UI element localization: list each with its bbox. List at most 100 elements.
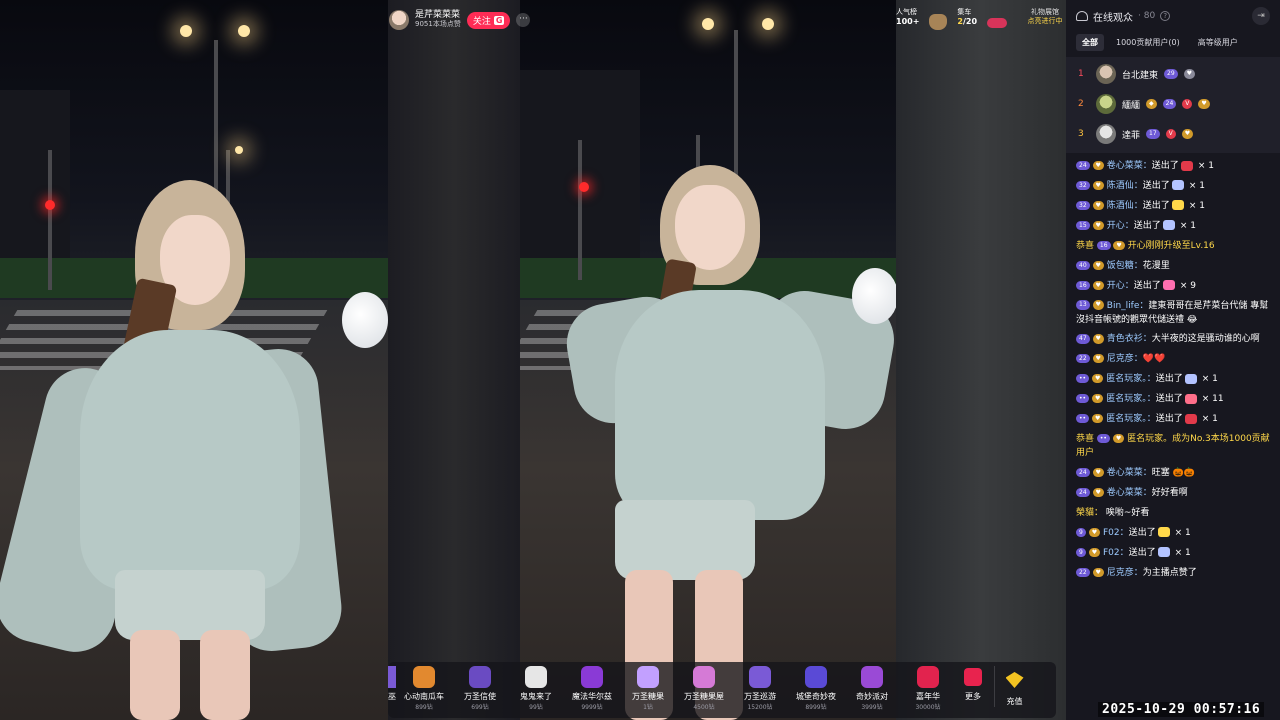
chat-username[interactable]: 卷心菜菜： (1107, 488, 1152, 498)
messenger-icon (469, 666, 491, 688)
chat-username[interactable]: 尼克彦： (1107, 354, 1143, 364)
chat-message[interactable]: 32 ♥ 陈酒仙：送出了 × 1 (1076, 177, 1270, 197)
recharge-button[interactable]: 充值 (994, 666, 1034, 707)
gift-name: 万圣巡游 (744, 692, 776, 701)
heart-badge: ♥ (1181, 129, 1194, 139)
fan-badge: ♥ (1091, 374, 1104, 384)
chat-username[interactable]: Bin_life： (1107, 301, 1149, 311)
chat-username[interactable]: 匿名玩家。： (1106, 374, 1156, 384)
level-badge: 40 (1076, 260, 1090, 270)
fan-badge: ♥ (1091, 414, 1104, 424)
video-stage[interactable]: 是芹菜菜菜 9051本场点赞 关注 G ··· 人气榜 100+ 集车 2/20… (0, 0, 1066, 720)
gift-icon (1162, 280, 1175, 291)
tab-high-level[interactable]: 高等级用户 (1192, 34, 1244, 51)
diamond-icon (1005, 672, 1024, 688)
chat-username[interactable]: 陈酒仙： (1107, 181, 1143, 191)
chat-message[interactable]: 47 ♥ 青色衣衫：大半夜的这是骚动谁的心啊 (1076, 330, 1270, 350)
chat-message[interactable]: 16 ♥ 开心：送出了 × 9 (1076, 277, 1270, 297)
chat-message[interactable]: 40 ♥ 饭包糖：花漫里 (1076, 257, 1270, 277)
chat-prefix: 榮貓： (1076, 507, 1104, 518)
chat-username[interactable]: F02： (1103, 548, 1129, 558)
gift-item[interactable]: 城堡奇妙夜 8999钻 (788, 666, 844, 711)
fan-badge: ♥ (1092, 260, 1104, 270)
chat-username[interactable]: 开心： (1107, 281, 1134, 291)
room-stats: 人气榜 100+ 集车 2/20 礼物展馆 点亮进行中 (896, 8, 1066, 30)
tab-all[interactable]: 全部 (1076, 34, 1104, 51)
gift-item[interactable]: 巫 (388, 666, 396, 702)
carpool-label: 集车 (957, 8, 972, 16)
top-viewer-row[interactable]: 3 達菲 17 V ♥ (1066, 119, 1280, 149)
rank-number: 1 (1078, 69, 1084, 79)
top-viewer-row[interactable]: 2 緬緬 ◆ 24 V ♥ (1066, 89, 1280, 119)
collapse-panel-icon[interactable]: ⇥ (1252, 7, 1270, 25)
follow-label: 关注 (472, 16, 491, 27)
chat-message[interactable]: 15 ♥ 开心：送出了 × 1 (1076, 217, 1270, 237)
vip-badge: V (1182, 99, 1193, 109)
level-badge: 9 (1076, 547, 1086, 557)
streamer-avatar[interactable] (389, 10, 409, 30)
chat-message[interactable]: 恭喜 •• ♥ 匿名玩家。成为No.3本场1000贡献用户 (1076, 430, 1270, 464)
bag-icon[interactable] (929, 14, 948, 30)
chat-username[interactable]: F02： (1103, 528, 1129, 538)
chat-message[interactable]: 22 ♥ 尼克彦：为主播点赞了 (1076, 564, 1270, 584)
gift-item[interactable]: 万圣巡游 15200钻 (732, 666, 788, 711)
gift-price: 1钻 (643, 704, 653, 711)
chat-prefix: 恭喜 (1076, 240, 1095, 251)
gift-item[interactable]: 心动南瓜车 899钻 (396, 666, 452, 711)
chat-feed[interactable]: 24 ♥ 卷心菜菜：送出了 × 1 32 ♥ 陈酒仙：送出了 × 1 32 ♥ 陈酒仙：… (1066, 157, 1280, 584)
chat-message[interactable]: 32 ♥ 陈酒仙：送出了 × 1 (1076, 197, 1270, 217)
chat-message[interactable]: 24 ♥ 卷心菜菜：送出了 × 1 (1076, 157, 1270, 177)
gift-bar: 巫 心动南瓜车 899钻 万圣信使 699钻 鬼鬼来了 99钻 魔法华尔兹 9999钻 … (388, 662, 1056, 718)
carpool-progress[interactable]: 集车 2/20 (957, 8, 977, 27)
chat-text: 送出了 (1128, 547, 1156, 558)
fan-badge: ◆ (1146, 99, 1157, 109)
level-badge: 24 (1076, 467, 1090, 478)
chat-message[interactable]: 恭喜 16 ♥ 开心刚刚升级至Lv.16 (1076, 237, 1270, 257)
gift-gallery[interactable]: 礼物展馆 点亮进行中 (1017, 8, 1066, 26)
tab-contributors[interactable]: 1000贡献用户(0) (1110, 34, 1186, 51)
panel-title: 在线观众 (1093, 12, 1133, 24)
follow-badge: G (493, 15, 505, 25)
gift-item[interactable]: 万圣糖果 1钻 (620, 666, 676, 711)
follow-button[interactable]: 关注 G (466, 11, 511, 29)
pumpkin-carriage-icon (413, 666, 435, 688)
chat-username[interactable]: 卷心菜菜： (1107, 468, 1152, 478)
gift-item[interactable]: 奇妙派对 3999钻 (844, 666, 900, 711)
chat-message[interactable]: 9 ♥ F02：送出了 × 1 (1076, 544, 1270, 564)
chat-message[interactable]: •• ♥ 匿名玩家。：送出了 × 1 (1076, 410, 1270, 430)
viewer-name: 台北建東 (1122, 70, 1159, 81)
chat-message[interactable]: 13 ♥ Bin_life：建東哥哥在是芹菜台代儲 專幫沒抖音帳號的觀眾代儲送禮… (1076, 297, 1270, 331)
more-options-icon[interactable]: ··· (516, 13, 531, 27)
chat-username[interactable]: 匿名玩家。： (1106, 394, 1156, 404)
chat-text: 唉喲~好看 (1105, 507, 1150, 518)
chat-message[interactable]: 9 ♥ F02：送出了 × 1 (1076, 524, 1270, 544)
avatar (1096, 124, 1116, 144)
gift-item[interactable]: 魔法华尔兹 9999钻 (564, 666, 620, 711)
chat-username[interactable]: 饭包糖： (1107, 261, 1143, 271)
chat-username[interactable]: 匿名玩家。： (1106, 414, 1156, 424)
chat-text: ❤️❤️ (1142, 354, 1166, 365)
chat-message[interactable]: 24 ♥ 卷心菜菜：好好看啊 (1076, 484, 1270, 504)
chat-message[interactable]: •• ♥ 匿名玩家。：送出了 × 11 (1076, 390, 1270, 410)
car-icon[interactable] (987, 18, 1008, 28)
more-gifts-button[interactable]: 更多 (956, 666, 990, 702)
gift-item[interactable]: 万圣糖果屋 4500钻 (676, 666, 732, 711)
chat-text: 送出了 (1142, 180, 1170, 191)
chat-message[interactable]: 24 ♥ 卷心菜菜：旺塞 🎃🎃 (1076, 464, 1270, 484)
chat-message[interactable]: •• ♥ 匿名玩家。：送出了 × 1 (1076, 370, 1270, 390)
gift-price: 8999钻 (805, 704, 827, 711)
gift-item[interactable]: 嘉年华 30000钻 (900, 666, 956, 711)
chat-username[interactable]: 卷心菜菜： (1107, 161, 1152, 171)
streamer-figure-left (0, 170, 346, 720)
chat-username[interactable]: 开心： (1107, 221, 1134, 231)
help-icon[interactable]: ? (1160, 11, 1171, 21)
top-viewer-row[interactable]: 1 台北建東 29 ♥ (1066, 59, 1280, 89)
chat-message[interactable]: 22 ♥ 尼克彦：❤️❤️ (1076, 350, 1270, 370)
gift-item[interactable]: 鬼鬼来了 99钻 (508, 666, 564, 711)
popularity-rank[interactable]: 人气榜 100+ (896, 8, 919, 27)
chat-username[interactable]: 青色衣衫： (1107, 334, 1152, 344)
chat-message[interactable]: 榮貓： 唉喲~好看 (1076, 504, 1270, 524)
gift-item[interactable]: 万圣信使 699钻 (452, 666, 508, 711)
chat-username[interactable]: 陈酒仙： (1107, 201, 1143, 211)
chat-username[interactable]: 尼克彦： (1107, 568, 1143, 578)
